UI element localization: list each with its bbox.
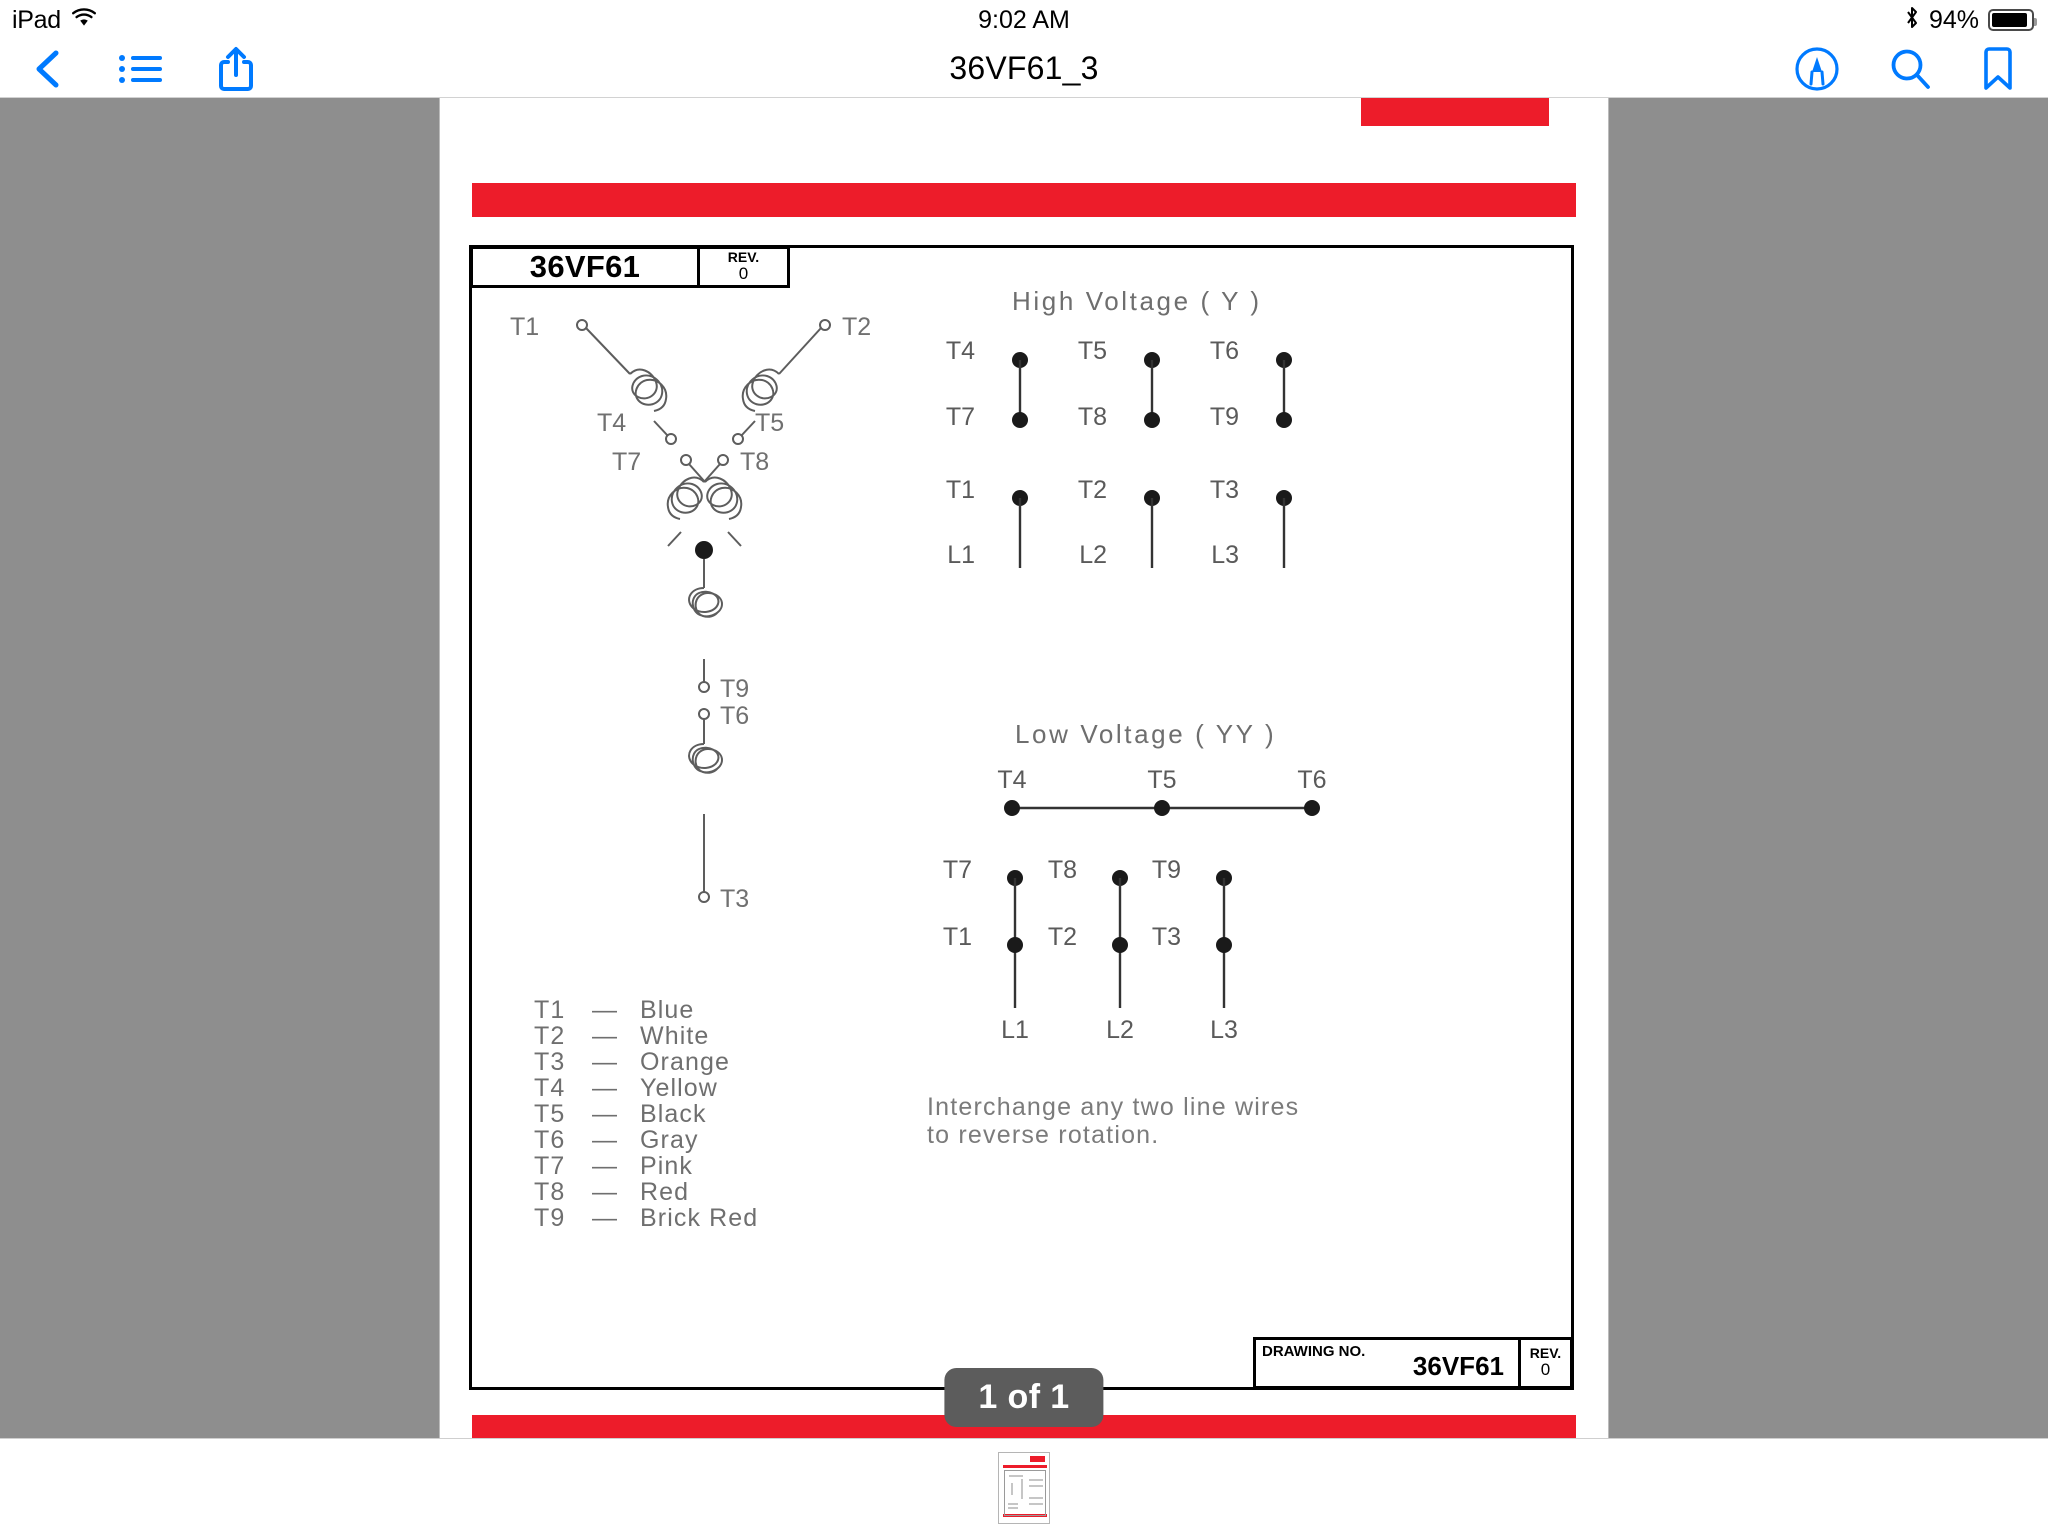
svg-text:Brick Red: Brick Red (640, 1204, 758, 1232)
svg-text:T4: T4 (534, 1074, 565, 1102)
svg-text:T8: T8 (534, 1178, 565, 1206)
toolbar: 36VF61_3 (0, 40, 2048, 98)
svg-text:T2: T2 (1048, 923, 1077, 951)
svg-text:T8: T8 (1078, 403, 1107, 431)
svg-text:Blue: Blue (640, 996, 694, 1024)
svg-text:—: — (592, 1048, 618, 1076)
markup-pen-icon[interactable] (1794, 46, 1840, 92)
search-icon[interactable] (1888, 47, 1932, 91)
drawing-no-label: DRAWING NO. (1262, 1343, 1366, 1360)
page-thumbnail-1[interactable] (998, 1451, 1050, 1524)
svg-text:T1: T1 (534, 996, 565, 1024)
svg-text:L2: L2 (1106, 1016, 1134, 1044)
svg-text:L3: L3 (1211, 541, 1239, 569)
rotation-note-line2: to reverse rotation. (927, 1121, 1159, 1149)
svg-text:T1: T1 (943, 923, 972, 951)
svg-text:T5: T5 (755, 409, 784, 437)
svg-text:Black: Black (640, 1100, 707, 1128)
status-bar-right: 94% (1904, 5, 2037, 36)
svg-text:T9: T9 (1152, 856, 1181, 884)
svg-text:L1: L1 (1001, 1016, 1029, 1044)
svg-text:T9: T9 (1210, 403, 1239, 431)
svg-text:T3: T3 (720, 885, 749, 913)
svg-text:—: — (592, 1022, 618, 1050)
toolbar-right-group (1794, 46, 2016, 92)
svg-text:T9: T9 (720, 675, 749, 703)
svg-text:T1: T1 (946, 476, 975, 504)
svg-text:T7: T7 (943, 856, 972, 884)
thumbnail-strip (0, 1438, 2048, 1536)
svg-text:T2: T2 (534, 1022, 565, 1050)
svg-text:Orange: Orange (640, 1048, 730, 1076)
wiring-schematic: T1 T4 T7 T2 T5 T8 T9 T6 T3 High Voltage … (510, 286, 1327, 1232)
svg-text:L3: L3 (1210, 1016, 1238, 1044)
svg-text:T6: T6 (1297, 766, 1326, 794)
pdf-page[interactable]: 36VF61 REV. 0 T1 T4 T7 T2 T5 T8 T9 T6 T3… (439, 98, 1609, 1449)
svg-text:—: — (592, 1204, 618, 1232)
svg-text:—: — (592, 1178, 618, 1206)
svg-text:T3: T3 (1152, 923, 1181, 951)
svg-text:T2: T2 (1078, 476, 1107, 504)
svg-text:T7: T7 (946, 403, 975, 431)
battery-icon (1988, 9, 2037, 31)
rev-label-bottom: REV. (1529, 1344, 1562, 1361)
svg-text:—: — (592, 1100, 618, 1128)
rotation-note-line1: Interchange any two line wires (927, 1093, 1299, 1121)
svg-text:Pink: Pink (640, 1152, 693, 1180)
svg-text:—: — (592, 1126, 618, 1154)
rev-value-bottom: 0 (1540, 1360, 1551, 1380)
svg-text:T4: T4 (997, 766, 1026, 794)
svg-text:T8: T8 (740, 448, 769, 476)
svg-text:T6: T6 (1210, 337, 1239, 365)
svg-text:T5: T5 (1147, 766, 1176, 794)
title-block-bottom: DRAWING NO. 36VF61 REV. 0 (1253, 1337, 1573, 1389)
clock: 9:02 AM (978, 5, 1070, 34)
svg-text:T1: T1 (510, 313, 539, 341)
svg-text:Gray: Gray (640, 1126, 699, 1154)
svg-text:T9: T9 (534, 1204, 565, 1232)
page-indicator: 1 of 1 (944, 1368, 1104, 1427)
svg-text:T7: T7 (612, 448, 641, 476)
svg-text:L2: L2 (1079, 541, 1107, 569)
rev-block-bottom: REV. 0 (1518, 1340, 1570, 1386)
svg-text:T8: T8 (1048, 856, 1077, 884)
svg-text:—: — (592, 1074, 618, 1102)
svg-text:T4: T4 (597, 409, 626, 437)
svg-text:T7: T7 (534, 1152, 565, 1180)
svg-text:T3: T3 (534, 1048, 565, 1076)
svg-text:T5: T5 (534, 1100, 565, 1128)
low-voltage-heading: Low Voltage ( YY ) (1015, 719, 1276, 749)
bookmark-icon[interactable] (1980, 46, 2016, 92)
svg-text:—: — (592, 1152, 618, 1180)
svg-text:T4: T4 (946, 337, 975, 365)
drawing-frame: 36VF61 REV. 0 T1 T4 T7 T2 T5 T8 T9 T6 T3… (469, 245, 1574, 1390)
drawing-no-value: 36VF61 (1412, 1351, 1504, 1381)
svg-text:T6: T6 (534, 1126, 565, 1154)
svg-text:White: White (640, 1022, 709, 1050)
red-banner-top (472, 183, 1576, 217)
svg-text:T2: T2 (842, 313, 871, 341)
svg-text:—: — (592, 996, 618, 1024)
high-voltage-heading: High Voltage ( Y ) (1012, 286, 1262, 316)
svg-text:T3: T3 (1210, 476, 1239, 504)
svg-text:T5: T5 (1078, 337, 1107, 365)
pdf-viewer[interactable]: 36VF61 REV. 0 T1 T4 T7 T2 T5 T8 T9 T6 T3… (0, 98, 2048, 1536)
status-bar: iPad 9:02 AM 94% (0, 0, 2048, 40)
bluetooth-icon (1904, 5, 1920, 36)
drawing-no-block: DRAWING NO. 36VF61 (1256, 1340, 1518, 1386)
svg-text:T6: T6 (720, 702, 749, 730)
wire-color-legend: T1 — Blue T2 — White T3 — Orange T4 — Yellow T5 —… (534, 996, 758, 1232)
battery-percent-label: 94% (1928, 5, 1979, 34)
svg-text:L1: L1 (947, 541, 975, 569)
svg-text:Yellow: Yellow (640, 1074, 718, 1102)
red-header-chip (1361, 98, 1549, 126)
svg-text:Red: Red (640, 1178, 689, 1206)
page-title: 36VF61_3 (949, 50, 1099, 86)
